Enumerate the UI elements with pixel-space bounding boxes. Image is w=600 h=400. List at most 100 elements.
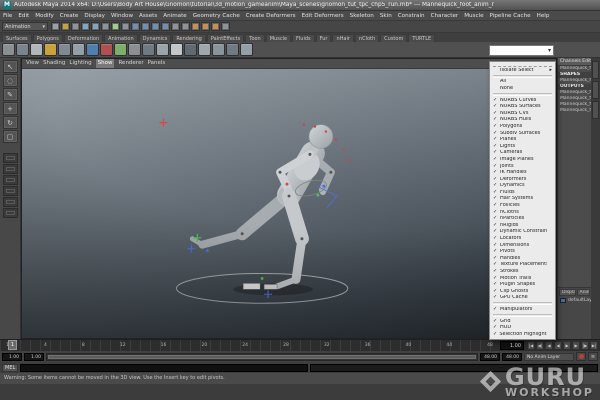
- show-menu-item[interactable]: ✓ Selection Highlighting ▸: [490, 331, 555, 338]
- show-menu-item[interactable]: ✓ Fluids ▸: [490, 189, 555, 196]
- mannequin-character[interactable]: [192, 125, 332, 287]
- show-menu-item[interactable]: ✓ Locators ▸: [490, 235, 555, 242]
- menu-item[interactable]: Animate: [160, 11, 189, 21]
- hand-control-circle[interactable]: [294, 177, 328, 199]
- timeline-ticks[interactable]: 14812162024283236404448: [0, 340, 499, 351]
- menu-set-selector[interactable]: Animation ▾: [2, 22, 48, 31]
- step-back-key-button[interactable]: ◀|: [536, 341, 544, 350]
- show-menu-item[interactable]: ✓ NURBS Surfaces ▸: [490, 103, 555, 110]
- shelf-icon-18[interactable]: [240, 43, 253, 56]
- animation-start-field[interactable]: 1.00: [2, 353, 22, 361]
- play-backwards-button[interactable]: ◀: [554, 341, 562, 350]
- show-menu-item[interactable]: ✓ ▸: [493, 302, 552, 305]
- play-forwards-button[interactable]: ▶: [563, 341, 571, 350]
- show-menu-item[interactable]: ✓ Joints ▸: [490, 163, 555, 170]
- tool-settings-tab[interactable]: [592, 81, 599, 99]
- menu-item[interactable]: Skin: [377, 11, 395, 21]
- panel-menu-item[interactable]: Show: [96, 59, 115, 68]
- show-menu-item[interactable]: ✓ HUD ▸: [490, 324, 555, 331]
- layer-color-swatch[interactable]: [560, 298, 566, 303]
- menu-item[interactable]: Display: [81, 11, 108, 21]
- shelf-icon-16[interactable]: [212, 43, 225, 56]
- redo-button[interactable]: [91, 22, 100, 31]
- step-back-frame-button[interactable]: ◀: [545, 341, 553, 350]
- show-menu-item[interactable]: ✓ Isolate Select ▸: [490, 67, 555, 74]
- show-menu-item[interactable]: ✓ All ▸: [490, 79, 555, 86]
- show-menu-item[interactable]: ✓ IK Handles ▸: [490, 169, 555, 176]
- channel-box-row[interactable]: Mannequick_foot_anim_r_s: [558, 108, 591, 114]
- show-menu-item[interactable]: ✓ ▸: [493, 75, 552, 78]
- panel-menu-item[interactable]: View: [26, 59, 39, 68]
- panel-combo[interactable]: ▾: [489, 45, 554, 56]
- go-to-end-button[interactable]: ▶|: [590, 341, 598, 350]
- mel-toggle[interactable]: MEL: [2, 364, 18, 372]
- save-scene-button[interactable]: [71, 22, 80, 31]
- shelf-icon-2[interactable]: [16, 43, 29, 56]
- menu-item[interactable]: Geometry Cache: [190, 11, 243, 21]
- make-live-button[interactable]: [171, 22, 180, 31]
- menu-item[interactable]: Character: [428, 11, 462, 21]
- manipulator-markers[interactable]: [159, 119, 272, 299]
- shelf-icon-17[interactable]: [226, 43, 239, 56]
- open-scene-button[interactable]: [61, 22, 70, 31]
- snap-to-point-button[interactable]: [151, 22, 160, 31]
- show-menu-item[interactable]: ✓ Handles ▸: [490, 255, 555, 262]
- shelf-icon-15[interactable]: [198, 43, 211, 56]
- layer-row[interactable]: defaultLayer: [558, 297, 591, 304]
- shelf-tab[interactable]: Dynamics: [139, 34, 172, 42]
- menu-item[interactable]: Constrain: [395, 11, 428, 21]
- shelf-tab[interactable]: Animation: [104, 34, 138, 42]
- shelf-icon-7[interactable]: [86, 43, 99, 56]
- attribute-editor-tab[interactable]: [592, 61, 599, 79]
- shelf-tab[interactable]: Toon: [245, 34, 265, 42]
- show-menu-item[interactable]: ✓ Planes ▸: [490, 136, 555, 143]
- root-control-circle[interactable]: [176, 273, 347, 303]
- range-slider-track[interactable]: [46, 353, 478, 361]
- show-menu-item[interactable]: ✓ nRigids ▸: [490, 222, 555, 229]
- open-render-view-button[interactable]: [191, 22, 200, 31]
- show-menu-item[interactable]: ✓ None ▸: [490, 85, 555, 92]
- layout-single-pane[interactable]: [3, 153, 18, 163]
- render-settings-button[interactable]: [221, 22, 230, 31]
- layout-persp-outliner[interactable]: [3, 175, 18, 185]
- auto-key-button[interactable]: [576, 352, 586, 361]
- show-menu-item[interactable]: ✓ Lights ▸: [490, 143, 555, 150]
- shelf-tab[interactable]: nHair: [332, 34, 353, 42]
- shelf-tab[interactable]: Fluids: [292, 34, 315, 42]
- channel-box-tab[interactable]: [592, 101, 599, 119]
- show-menu-item[interactable]: ✓ Clip Ghosts ▸: [490, 288, 555, 295]
- menu-item[interactable]: Edit: [15, 11, 32, 21]
- construction-history-button[interactable]: [181, 22, 190, 31]
- move-tool[interactable]: +: [3, 102, 18, 115]
- menu-item[interactable]: Modify: [32, 11, 57, 21]
- shelf-tab[interactable]: Custom: [380, 34, 407, 42]
- select-by-object-button[interactable]: [111, 22, 120, 31]
- time-slider[interactable]: 14812162024283236404448 1.00 |◀◀|◀◀▶▶|▶▶…: [0, 339, 600, 351]
- layout-hypershade[interactable]: [3, 186, 18, 196]
- viewport-canvas[interactable]: [22, 69, 556, 338]
- panel-menu-item[interactable]: Shading: [43, 59, 65, 68]
- animation-preferences-button[interactable]: ≡: [588, 352, 598, 361]
- go-to-start-button[interactable]: |◀: [527, 341, 535, 350]
- current-time-indicator[interactable]: 1: [8, 340, 17, 350]
- show-menu-item[interactable]: ✓ Polygons ▸: [490, 123, 555, 130]
- show-menu-item[interactable]: ✓ Image Planes ▸: [490, 156, 555, 163]
- shelf-tab[interactable]: PaintEffects: [207, 34, 244, 42]
- shelf-icon-8[interactable]: [100, 43, 113, 56]
- show-menu-item[interactable]: ✓ NURBS Hulls ▸: [490, 117, 555, 124]
- panel-menu-item[interactable]: Lighting: [69, 59, 91, 68]
- animation-end-field[interactable]: 48.00: [502, 353, 522, 361]
- panel-menu-item[interactable]: Panels: [148, 59, 166, 68]
- shelf-tab[interactable]: nCloth: [355, 34, 379, 42]
- select-tool[interactable]: ↖: [3, 60, 18, 73]
- select-by-hierarchy-button[interactable]: [101, 22, 110, 31]
- shelf-icon-5[interactable]: [58, 43, 71, 56]
- shelf-icon-4[interactable]: [44, 43, 57, 56]
- shelf-icon-6[interactable]: [72, 43, 85, 56]
- show-menu-item[interactable]: ✓ Texture Placements ▸: [490, 262, 555, 269]
- range-slider-handle[interactable]: [48, 355, 476, 359]
- layout-four-pane[interactable]: [3, 164, 18, 174]
- layer-tab[interactable]: Display: [559, 289, 576, 296]
- show-menu-item[interactable]: ✓ Dynamics ▸: [490, 183, 555, 190]
- show-menu-item[interactable]: ✓ Grid ▸: [490, 318, 555, 325]
